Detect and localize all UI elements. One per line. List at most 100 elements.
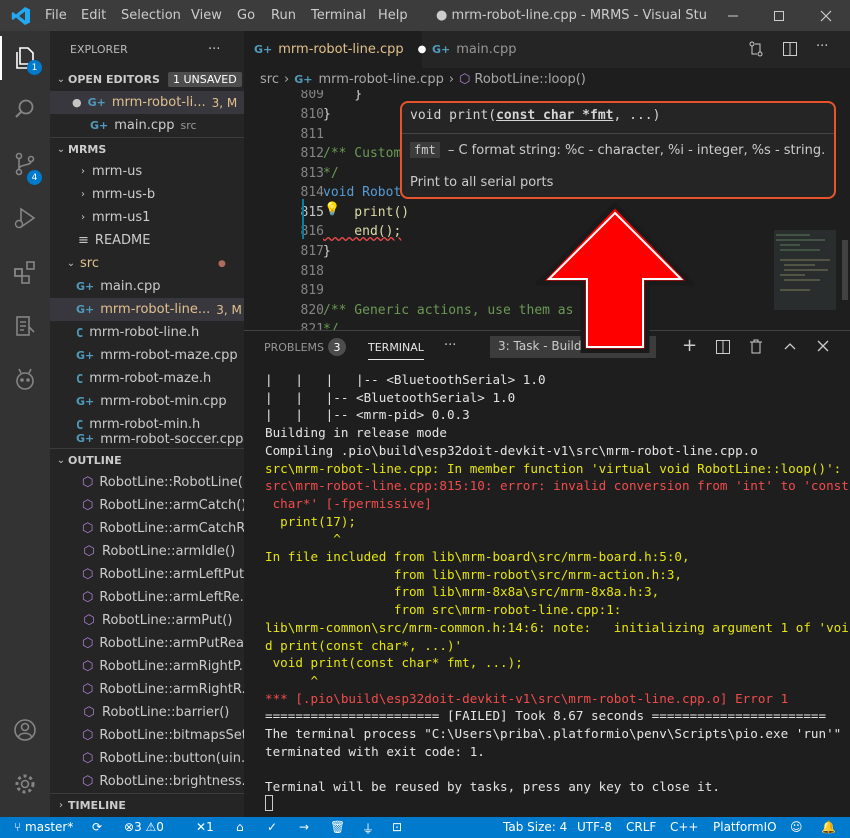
close-window-button[interactable]: [803, 0, 849, 31]
line-number: 810: [300, 107, 324, 122]
line-ending[interactable]: CRLF: [626, 820, 656, 834]
menu-run[interactable]: Run: [271, 8, 296, 23]
open-editor-item[interactable]: G+ main.cpp src: [50, 114, 244, 137]
hover-description: Print to all serial ports: [410, 175, 554, 190]
search-icon[interactable]: [0, 86, 50, 132]
test-icon[interactable]: [0, 303, 50, 349]
split-terminal-icon[interactable]: [716, 340, 730, 358]
folder-item-src[interactable]: ⌄ src ●: [50, 252, 244, 275]
tab-main[interactable]: G+ main.cpp: [422, 31, 552, 68]
build-check-icon[interactable]: ✓: [267, 820, 277, 834]
folder-item[interactable]: › mrm-us: [50, 160, 244, 183]
tab-mrm-robot-line[interactable]: G+ mrm-robot-line.cpp ●: [244, 31, 426, 68]
feedback-icon[interactable]: ☺: [790, 820, 803, 834]
explorer-more-button[interactable]: ···: [208, 42, 220, 57]
outline-item[interactable]: ⬡ RobotLine::button(uin...: [50, 747, 244, 770]
file-item[interactable]: Cmrm-robot-maze.h: [50, 367, 244, 390]
file-item[interactable]: G+ mrm-robot-soccer.cpp: [50, 432, 244, 448]
outline-item[interactable]: ⬡ RobotLine::armPut(): [50, 609, 244, 632]
tab-problems[interactable]: PROBLEMS: [264, 341, 324, 354]
editor-tabs: G+ mrm-robot-line.cpp ● G+ main.cpp ···: [244, 31, 850, 68]
outline-item[interactable]: ⬡ RobotLine::armLeftPut(): [50, 563, 244, 586]
encoding[interactable]: UTF-8: [577, 820, 612, 834]
sync-icon[interactable]: ⟳: [92, 820, 102, 834]
cpp-file-icon: G+: [254, 43, 273, 56]
terminal-line: from lib\mrm-robot\src/mrm-action.h:3,: [265, 566, 683, 582]
mrms-section[interactable]: ⌄ MRMS: [50, 137, 244, 160]
outline-item-label: RobotLine::armCatchR...: [99, 521, 244, 536]
file-item[interactable]: G+ main.cpp: [50, 275, 244, 298]
menu-help[interactable]: Help: [378, 8, 408, 23]
terminal-icon[interactable]: ⊡: [392, 820, 402, 834]
split-editor-icon[interactable]: [782, 41, 798, 61]
platformio-status[interactable]: PlatformIO: [713, 820, 777, 834]
outline-item[interactable]: ⬡ RobotLine::armRightP...: [50, 655, 244, 678]
menu-selection[interactable]: Selection: [121, 8, 181, 23]
account-icon[interactable]: [0, 707, 50, 753]
cpp-file-icon: G+: [76, 395, 95, 408]
folder-item[interactable]: › mrm-us-b: [50, 183, 244, 206]
outline-item[interactable]: ⬡ RobotLine::barrier(): [50, 701, 244, 724]
chevron-up-icon[interactable]: [783, 340, 797, 356]
panel-more-icon[interactable]: ···: [444, 338, 456, 353]
menu-terminal[interactable]: Terminal: [311, 8, 366, 23]
trash-icon[interactable]: [749, 339, 763, 358]
clean-trash-icon[interactable]: 🗑: [330, 820, 345, 834]
close-panel-icon[interactable]: [817, 340, 829, 356]
timeline-section[interactable]: › TIMELINE: [50, 793, 244, 816]
terminal-output[interactable]: | | | |-- <BluetoothSerial> 1.0 | | |-- <…: [265, 371, 849, 796]
method-icon: ⬡: [82, 520, 94, 536]
outline-item-label: RobotLine::RobotLine(...: [99, 475, 244, 490]
upload-arrow-icon[interactable]: →: [299, 820, 309, 834]
menu-edit[interactable]: Edit: [81, 8, 106, 23]
outline-item[interactable]: ⬡ RobotLine::armPutRea...: [50, 632, 244, 655]
menu-view[interactable]: View: [191, 8, 222, 23]
source-control-icon[interactable]: 4: [0, 141, 50, 187]
breadcrumb-file[interactable]: mrm-robot-line.cpp: [318, 72, 443, 87]
menu-go[interactable]: Go: [237, 8, 255, 23]
explorer-icon[interactable]: 1: [0, 35, 50, 81]
terminal-line: | | | |-- <BluetoothSerial> 1.0: [265, 372, 546, 387]
language-mode[interactable]: C++: [670, 820, 699, 834]
branch-indicator[interactable]: ⑂ master*: [14, 820, 73, 834]
file-item-selected[interactable]: G+ mrm-robot-line... 3, M: [50, 298, 244, 321]
open-editors-section[interactable]: ⌄ OPEN EDITORS 1 UNSAVED: [50, 68, 244, 91]
outline-item[interactable]: ⬡ RobotLine::RobotLine(...: [50, 471, 244, 494]
more-actions-icon[interactable]: ···: [816, 39, 828, 54]
compare-changes-icon[interactable]: [748, 41, 764, 61]
outline-item[interactable]: ⬡ RobotLine::armCatchR...: [50, 517, 244, 540]
lightbulb-icon[interactable]: 💡: [324, 202, 340, 217]
run-debug-icon[interactable]: [0, 195, 50, 241]
tab-terminal[interactable]: TERMINAL: [368, 341, 424, 360]
file-item[interactable]: ≡ README: [50, 229, 244, 252]
maximize-button[interactable]: [756, 0, 802, 31]
folder-item[interactable]: › mrm-us1: [50, 206, 244, 229]
outline-item[interactable]: ⬡ RobotLine::armCatch(): [50, 494, 244, 517]
extensions-icon[interactable]: [0, 249, 50, 295]
settings-gear-icon[interactable]: [0, 761, 50, 807]
outline-item[interactable]: ⬡ RobotLine::armLeftRe...: [50, 586, 244, 609]
menu-file[interactable]: File: [45, 8, 67, 23]
tab-size[interactable]: Tab Size: 4: [503, 820, 567, 834]
notifications-bell-icon[interactable]: 🔔: [821, 820, 836, 834]
outline-section[interactable]: ⌄ OUTLINE: [50, 448, 244, 471]
minimize-button[interactable]: [710, 0, 756, 31]
tasks-indicator[interactable]: ✕1: [196, 820, 214, 834]
method-icon: ⬡: [82, 566, 94, 582]
breadcrumb-folder[interactable]: src: [260, 72, 279, 87]
outline-item[interactable]: ⬡ RobotLine::brightness...: [50, 770, 244, 793]
outline-item[interactable]: ⬡ RobotLine::bitmapsSet(): [50, 724, 244, 747]
file-item[interactable]: G+ mrm-robot-min.cpp: [50, 390, 244, 413]
open-editor-item[interactable]: ● G+ mrm-robot-li... 3, M: [50, 91, 244, 114]
outline-item[interactable]: ⬡ RobotLine::armIdle(): [50, 540, 244, 563]
file-item[interactable]: Cmrm-robot-line.h: [50, 321, 244, 344]
platformio-icon[interactable]: [0, 357, 50, 403]
line-number: 817: [300, 244, 324, 259]
breadcrumb-symbol[interactable]: RobotLine::loop(): [474, 72, 585, 87]
problems-indicator[interactable]: ⊗3 ⚠0: [124, 820, 164, 834]
file-item[interactable]: G+ mrm-robot-maze.cpp: [50, 344, 244, 367]
home-icon[interactable]: ⌂: [236, 820, 244, 834]
serial-plug-icon[interactable]: ⏚: [362, 820, 374, 837]
outline-item-label: RobotLine::armRightP...: [99, 659, 244, 674]
outline-item[interactable]: ⬡ RobotLine::armRightR...: [50, 678, 244, 701]
